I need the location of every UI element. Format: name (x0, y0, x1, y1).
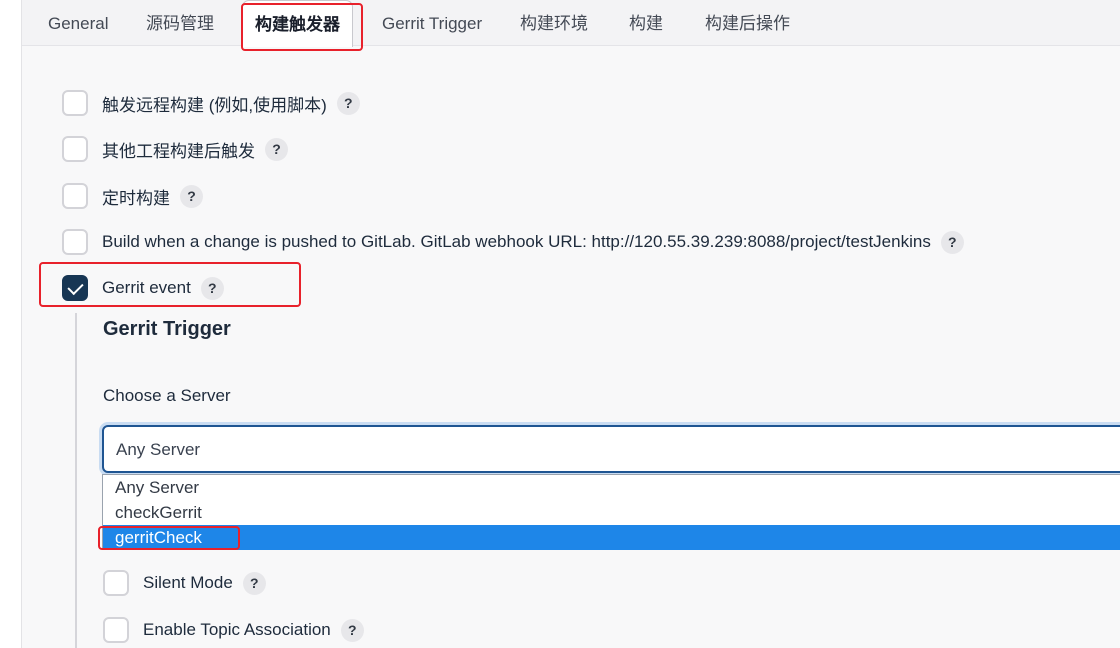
trigger-remote-build-checkbox[interactable] (62, 90, 88, 116)
trigger-after-other-projects-checkbox[interactable] (62, 136, 88, 162)
trigger-periodic-build[interactable]: 定时构建 ? (62, 181, 203, 211)
trigger-remote-build[interactable]: 触发远程构建 (例如,使用脚本) ? (62, 88, 360, 118)
tab-gerrit-trigger[interactable]: Gerrit Trigger (370, 0, 494, 46)
topic-association-label: Enable Topic Association (143, 620, 331, 639)
tab-source-management[interactable]: 源码管理 (134, 0, 226, 46)
trigger-gerrit-event-checkbox[interactable] (62, 275, 88, 301)
tab-build[interactable]: 构建 (617, 0, 675, 46)
silent-mode-option[interactable]: Silent Mode ? (103, 568, 266, 598)
choose-server-value: Any Server (116, 440, 201, 459)
trigger-remote-build-label: 触发远程构建 (例如,使用脚本) (102, 95, 327, 115)
tab-post-build-actions[interactable]: 构建后操作 (693, 0, 802, 46)
tab-build-triggers[interactable]: 构建触发器 (242, 0, 353, 47)
section-indent-line (75, 313, 77, 648)
config-content: General 源码管理 构建触发器 Gerrit Trigger 构建环境 构… (22, 0, 1120, 648)
config-tabbar: General 源码管理 构建触发器 Gerrit Trigger 构建环境 构… (22, 0, 1120, 47)
trigger-periodic-build-label: 定时构建 (102, 188, 170, 208)
topic-association-checkbox[interactable] (103, 617, 129, 643)
trigger-gitlab-push-label: Build when a change is pushed to GitLab.… (102, 232, 931, 251)
help-icon[interactable]: ? (180, 184, 203, 208)
trigger-after-other-projects-label: 其他工程构建后触发 (102, 141, 255, 161)
topic-association-option[interactable]: Enable Topic Association ? (103, 615, 364, 645)
trigger-gerrit-event-label: Gerrit event (102, 278, 191, 297)
left-rail (0, 0, 22, 648)
server-options-dropdown: Any Server checkGerrit gerritCheck (102, 474, 1120, 550)
help-icon[interactable]: ? (200, 276, 224, 300)
help-icon[interactable]: ? (336, 91, 360, 115)
help-icon[interactable]: ? (265, 137, 288, 161)
choose-server-label: Choose a Server (103, 386, 231, 405)
trigger-after-other-projects[interactable]: 其他工程构建后触发 ? (62, 134, 288, 164)
trigger-periodic-build-checkbox[interactable] (62, 183, 88, 209)
trigger-gerrit-event[interactable]: Gerrit event ? (62, 273, 224, 303)
help-icon[interactable]: ? (940, 230, 964, 254)
server-option-gerritcheck[interactable]: gerritCheck (103, 525, 1120, 550)
tab-general[interactable]: General (36, 0, 120, 46)
trigger-gitlab-push[interactable]: Build when a change is pushed to GitLab.… (62, 227, 964, 257)
help-icon[interactable]: ? (340, 618, 364, 642)
trigger-gitlab-push-checkbox[interactable] (62, 229, 88, 255)
silent-mode-label: Silent Mode (143, 573, 233, 592)
server-option-any-server[interactable]: Any Server (103, 475, 1120, 500)
help-icon[interactable]: ? (242, 571, 266, 595)
tab-build-environment[interactable]: 构建环境 (508, 0, 600, 46)
silent-mode-checkbox[interactable] (103, 570, 129, 596)
gerrit-trigger-section-title: Gerrit Trigger (103, 318, 231, 340)
choose-server-select[interactable]: Any Server (102, 425, 1120, 473)
server-option-checkgerrit[interactable]: checkGerrit (103, 500, 1120, 525)
